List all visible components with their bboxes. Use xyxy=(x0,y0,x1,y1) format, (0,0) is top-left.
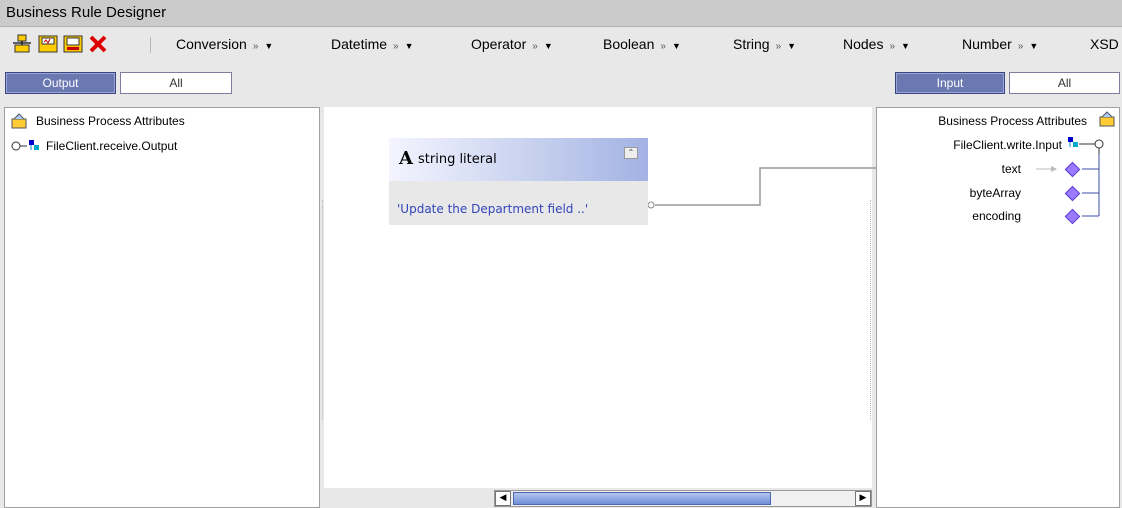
collapse-node-button[interactable]: ⌃ xyxy=(624,147,638,159)
field-bytearray[interactable]: byteArray xyxy=(970,186,1021,200)
scroll-right-icon[interactable]: ▶ xyxy=(855,491,871,506)
scroll-left-icon[interactable]: ◀ xyxy=(495,491,511,506)
scroll-thumb[interactable] xyxy=(513,492,771,505)
field-connectors xyxy=(1036,154,1100,217)
string-literal-value[interactable]: 'Update the Department field ..' xyxy=(397,202,588,216)
field-text[interactable]: text xyxy=(1002,162,1021,176)
input-attributes-panel: Business Process Attributes FileClient.w… xyxy=(876,107,1120,508)
horizontal-scrollbar[interactable]: ◀ ▶ xyxy=(494,490,872,507)
node-title: string literal xyxy=(418,152,497,167)
string-type-icon: A xyxy=(399,148,413,169)
node-header[interactable]: A string literal ⌃ xyxy=(389,138,648,181)
field-encoding[interactable]: encoding xyxy=(972,209,1021,223)
string-literal-node[interactable]: A string literal ⌃ 'Update the Departmen… xyxy=(389,138,648,225)
